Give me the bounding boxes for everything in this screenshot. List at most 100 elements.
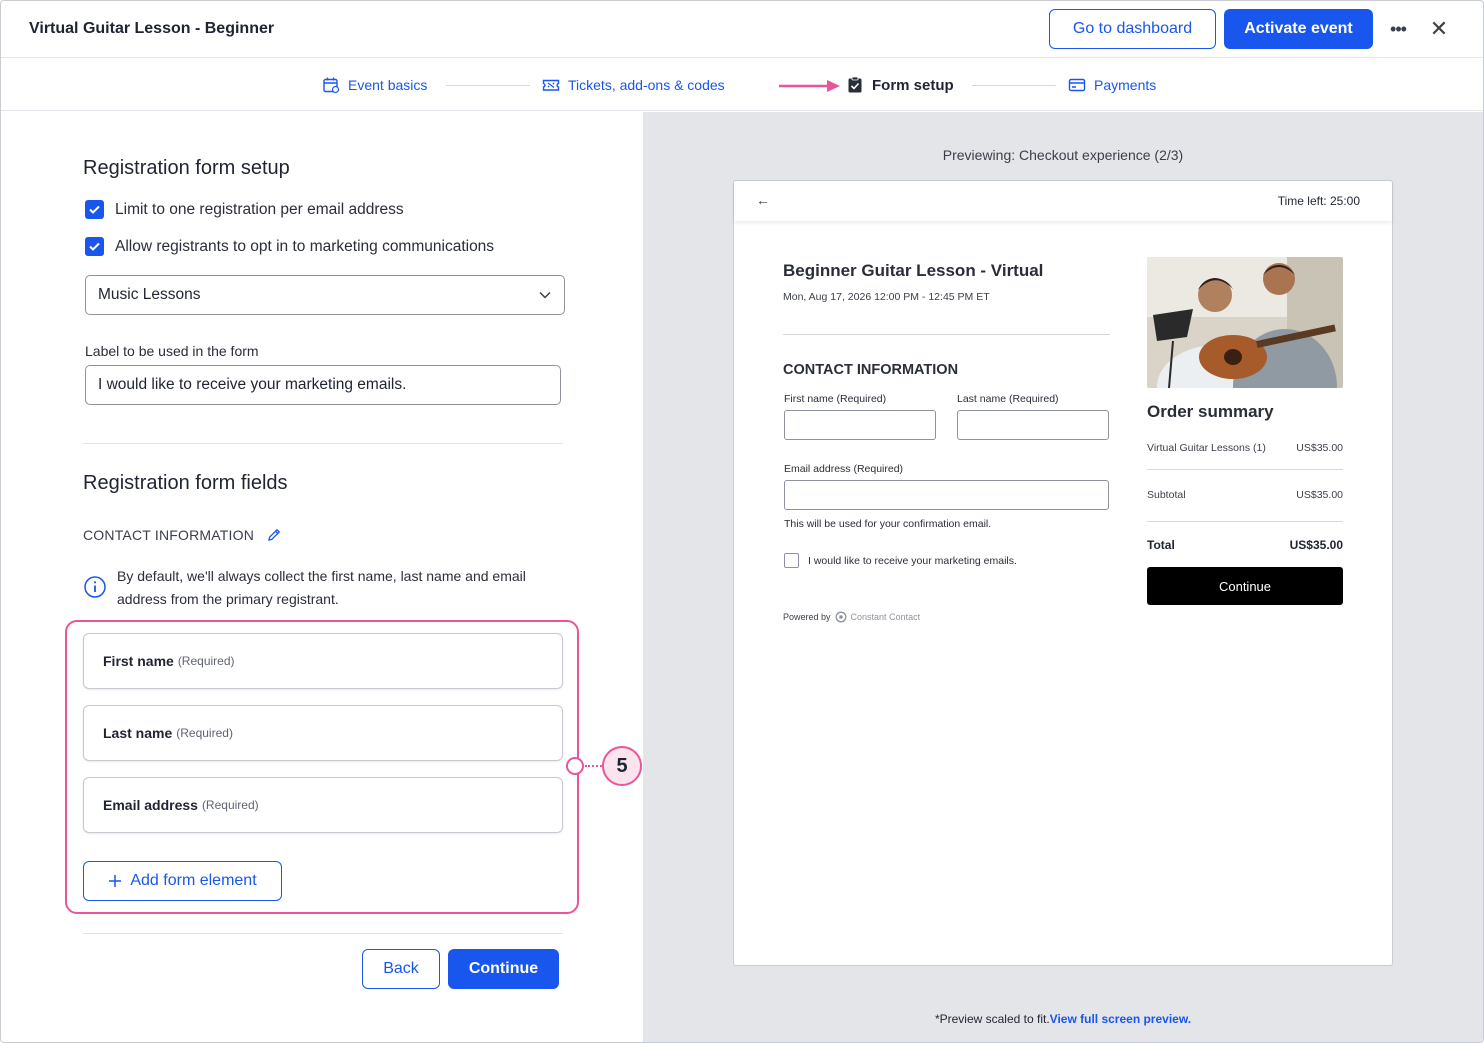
step-connector <box>972 85 1056 86</box>
form-field-first-name[interactable]: First name (Required) <box>83 633 563 689</box>
field-name: Email address <box>103 797 198 813</box>
marketing-optin-checkbox[interactable]: Allow registrants to opt in to marketing… <box>85 237 494 256</box>
full-screen-preview-link[interactable]: View full screen preview. <box>1050 1012 1191 1026</box>
preview-footnote: *Preview scaled to fit.View full screen … <box>643 1012 1483 1026</box>
continue-button[interactable]: Continue <box>448 949 559 989</box>
preview-last-name-label: Last name (Required) <box>957 393 1059 405</box>
checkbox-checked-icon[interactable] <box>85 237 104 256</box>
powered-by-brand: Constant Contact <box>850 612 921 622</box>
registration-form-fields-heading: Registration form fields <box>83 472 288 494</box>
required-tag: (Required) <box>176 726 233 740</box>
step-label: Payments <box>1094 77 1157 93</box>
line-item-name: Virtual Guitar Lessons (1) <box>1147 442 1266 454</box>
step-label: Tickets, add-ons & codes <box>568 77 725 93</box>
preview-top-bar: ← Time left: 25:00 <box>734 181 1392 221</box>
wizard-stepper: Event basics Tickets, add-ons & codes Fo… <box>1 58 1483 111</box>
subtotal-value: US$35.00 <box>1296 489 1343 501</box>
footnote-text: *Preview scaled to fit. <box>934 1012 1050 1026</box>
chevron-down-icon <box>539 291 551 299</box>
top-bar: Virtual Guitar Lesson - Beginner Go to d… <box>1 1 1483 58</box>
event-photo <box>1147 257 1343 388</box>
activate-event-button[interactable]: Activate event <box>1224 9 1373 49</box>
step-tickets[interactable]: Tickets, add-ons & codes <box>542 76 725 94</box>
go-to-dashboard-button[interactable]: Go to dashboard <box>1049 9 1216 49</box>
pencil-icon[interactable] <box>266 527 282 543</box>
order-subtotal: Subtotal US$35.00 <box>1147 489 1343 501</box>
registration-form-setup-heading: Registration form setup <box>83 157 290 179</box>
order-divider <box>1147 521 1343 522</box>
preview-event-name: Beginner Guitar Lesson - Virtual <box>783 261 1044 280</box>
form-field-last-name[interactable]: Last name (Required) <box>83 705 563 761</box>
checkbox-checked-icon[interactable] <box>85 200 104 219</box>
preview-email-label: Email address (Required) <box>784 463 904 475</box>
section-divider <box>83 443 563 444</box>
preview-email-help: This will be used for your confirmation … <box>784 518 992 530</box>
preview-email-input <box>784 480 1109 510</box>
step-form-setup[interactable]: Form setup <box>846 76 954 94</box>
calendar-icon <box>323 77 340 94</box>
add-form-element-label: Add form element <box>130 872 257 889</box>
preview-title: Previewing: Checkout experience (2/3) <box>942 147 1184 163</box>
preview-event-date: Mon, Aug 17, 2026 12:00 PM - 12:45 PM ET <box>783 291 990 303</box>
checkbox-empty-icon <box>784 553 799 568</box>
info-icon <box>84 576 106 598</box>
step-payments[interactable]: Payments <box>1068 76 1156 94</box>
select-value: Music Lessons <box>98 286 201 303</box>
total-label: Total <box>1147 538 1175 552</box>
preview-first-name-input <box>784 410 936 440</box>
subtotal-label: Subtotal <box>1147 489 1186 501</box>
limit-registration-checkbox[interactable]: Limit to one registration per email addr… <box>85 200 404 219</box>
pointer-arrow-icon <box>779 80 840 92</box>
preview-divider <box>783 334 1110 335</box>
callout-number-badge: 5 <box>602 746 642 786</box>
event-title: Virtual Guitar Lesson - Beginner <box>29 20 275 37</box>
checkbox-label: Allow registrants to opt in to marketing… <box>115 237 495 255</box>
default-fields-info: By default, we'll always collect the fir… <box>83 565 553 611</box>
order-line-item: Virtual Guitar Lessons (1) US$35.00 <box>1147 442 1343 454</box>
constant-contact-logo-icon <box>835 611 846 623</box>
field-name: First name <box>103 653 174 669</box>
section-label: CONTACT INFORMATION <box>83 527 255 543</box>
total-value: US$35.00 <box>1289 538 1343 552</box>
preview-last-name-input <box>957 410 1109 440</box>
add-form-element-button[interactable]: Add form element <box>83 861 282 901</box>
required-tag: (Required) <box>177 654 235 668</box>
callout-anchor <box>566 757 584 775</box>
section-divider <box>83 933 563 934</box>
form-settings-panel: Registration form setup Limit to one reg… <box>1 112 643 1042</box>
checkbox-label: Limit to one registration per email addr… <box>115 200 404 218</box>
time-left: Time left: 25:00 <box>1277 194 1360 208</box>
back-arrow-icon[interactable]: ← <box>756 192 770 208</box>
app-window: Virtual Guitar Lesson - Beginner Go to d… <box>0 0 1484 1043</box>
close-icon[interactable]: ✕ <box>1429 17 1449 41</box>
order-divider <box>1147 469 1343 470</box>
line-item-price: US$35.00 <box>1296 442 1343 454</box>
step-label: Form setup <box>872 76 954 94</box>
back-button[interactable]: Back <box>362 949 440 989</box>
required-tag: (Required) <box>201 798 259 812</box>
step-connector <box>446 85 530 86</box>
checkout-preview-card: ← Time left: 25:00 Beginner Guitar Lesso… <box>733 180 1393 966</box>
preview-continue-button: Continue <box>1147 567 1343 605</box>
clipboard-check-icon <box>848 76 862 93</box>
step-label: Event basics <box>348 77 428 93</box>
powered-by: Powered by Constant Contact <box>783 611 920 623</box>
preview-first-name-label: First name (Required) <box>784 393 887 405</box>
step-event-basics[interactable]: Event basics <box>322 76 427 94</box>
order-total: Total US$35.00 <box>1147 538 1343 552</box>
contact-list-select[interactable]: Music Lessons <box>85 275 565 315</box>
order-summary-heading: Order summary <box>1147 402 1274 421</box>
info-text: By default, we'll always collect the fir… <box>117 568 526 607</box>
preview-contact-heading: CONTACT INFORMATION <box>783 362 959 378</box>
preview-optin-label: I would like to receive your marketing e… <box>808 554 1017 567</box>
powered-by-text: Powered by <box>783 612 831 622</box>
form-field-email[interactable]: Email address (Required) <box>83 777 563 833</box>
contact-information-section: CONTACT INFORMATION <box>83 527 282 543</box>
card-icon <box>1068 78 1086 92</box>
more-icon[interactable]: ••• <box>1387 19 1409 39</box>
optin-label-caption: Label to be used in the form <box>85 343 259 359</box>
field-name: Last name <box>103 725 173 741</box>
preview-optin-checkbox: I would like to receive your marketing e… <box>784 553 1017 568</box>
optin-label-input[interactable] <box>85 365 561 405</box>
preview-panel: Previewing: Checkout experience (2/3) ← … <box>643 112 1483 1042</box>
